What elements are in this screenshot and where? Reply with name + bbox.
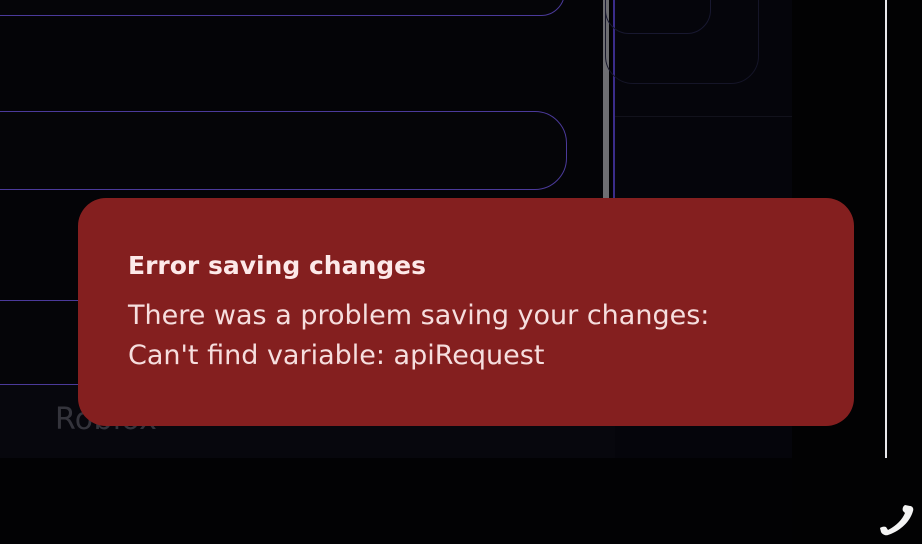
phone-handset-icon[interactable] — [876, 500, 916, 540]
toast-message: There was a problem saving your changes:… — [128, 296, 804, 376]
toast-message-line: There was a problem saving your changes: — [128, 300, 710, 331]
side-card[interactable] — [605, 0, 711, 34]
toast-message-line: Can't find variable: apiRequest — [128, 340, 545, 371]
error-toast[interactable]: Error saving changes There was a problem… — [78, 198, 854, 426]
list-card[interactable] — [0, 111, 567, 190]
window-edge — [885, 0, 887, 458]
toast-title: Error saving changes — [128, 251, 426, 280]
screen: Roblox Error saving changes There was a … — [0, 0, 922, 544]
side-separator — [615, 116, 792, 117]
list-card[interactable] — [0, 0, 565, 16]
